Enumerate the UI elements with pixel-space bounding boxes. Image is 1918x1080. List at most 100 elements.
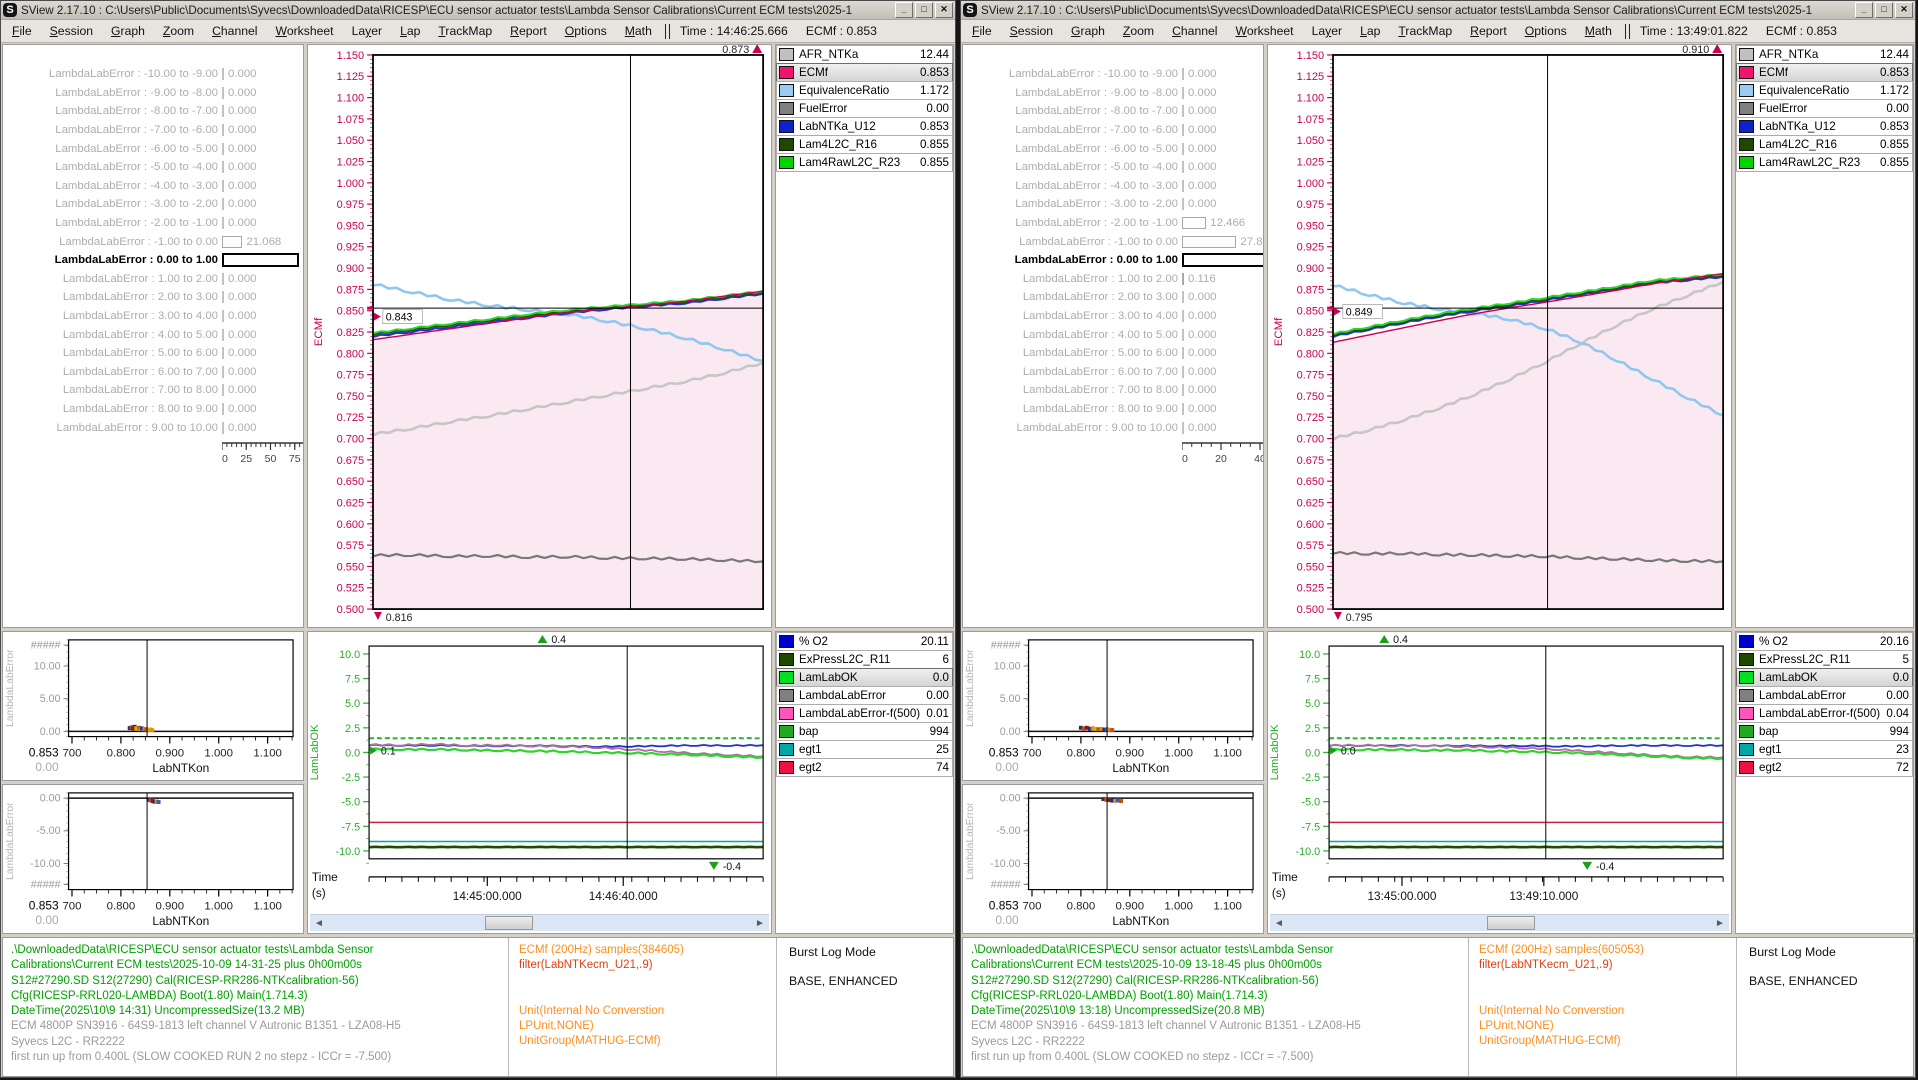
histogram-row[interactable]: LambdaLabError : -2.00 to -1.0012.466 xyxy=(963,214,1263,233)
menu-item-layer[interactable]: Layer xyxy=(343,22,392,40)
histogram-row[interactable]: LambdaLabError : 5.00 to 6.000.000 xyxy=(963,344,1263,363)
legend-row-lambdalaberror-f-500-[interactable]: LambdaLabError-f(500)0.01 xyxy=(776,704,953,723)
histogram-row[interactable]: LambdaLabError : -4.00 to -3.000.000 xyxy=(3,177,303,196)
minimize-button[interactable]: _ xyxy=(1855,2,1873,18)
legend-row-labntka-u12[interactable]: LabNTKa_U120.853 xyxy=(776,117,953,136)
legend-row-egt2[interactable]: egt274 xyxy=(776,758,953,777)
close-button[interactable]: ✕ xyxy=(935,2,953,18)
histogram-row[interactable]: LambdaLabError : -10.00 to -9.000.000 xyxy=(3,65,303,84)
scrollbar-right-arrow[interactable]: ► xyxy=(1711,918,1729,929)
legend-row--o2[interactable]: % O220.11 xyxy=(776,632,953,651)
legend-row-lam4rawl2c-r23[interactable]: Lam4RawL2C_R230.855 xyxy=(1736,153,1913,172)
time-chart[interactable]: 10.07.55.02.50.0-2.5-5.0-7.5-10.0LamLabO… xyxy=(308,632,771,914)
histogram-row[interactable]: LambdaLabError : -6.00 to -5.000.000 xyxy=(963,139,1263,158)
menu-item-layer[interactable]: Layer xyxy=(1303,22,1352,40)
histogram-row[interactable]: LambdaLabError : 9.00 to 10.000.000 xyxy=(963,418,1263,437)
histogram-row[interactable]: LambdaLabError : 7.00 to 8.000.000 xyxy=(963,381,1263,400)
scrollbar-track[interactable] xyxy=(328,915,751,931)
legend-row-egt1[interactable]: egt123 xyxy=(1736,740,1913,759)
scrollbar-track[interactable] xyxy=(1288,915,1711,931)
scatter-top-chart[interactable]: #####10.005.000.00LambdaLabError7000.800… xyxy=(3,632,303,780)
histogram-row[interactable]: LambdaLabError : 4.00 to 5.000.000 xyxy=(963,325,1263,344)
histogram-row[interactable]: LambdaLabError : -10.00 to -9.000.000 xyxy=(963,65,1263,84)
scrollbar-right-arrow[interactable]: ► xyxy=(751,918,769,929)
menu-item-trackmap[interactable]: TrackMap xyxy=(429,22,501,40)
menu-item-math[interactable]: Math xyxy=(1576,22,1621,40)
menu-item-lap[interactable]: Lap xyxy=(391,22,429,40)
scrollbar-left-arrow[interactable]: ◄ xyxy=(310,918,328,929)
legend-row-equivalenceratio[interactable]: EquivalenceRatio1.172 xyxy=(776,81,953,100)
legend-row-labntka-u12[interactable]: LabNTKa_U120.853 xyxy=(1736,117,1913,136)
histogram-row[interactable]: LambdaLabError : -1.00 to 0.0027.894 xyxy=(963,232,1263,251)
scrollbar-thumb[interactable] xyxy=(1487,916,1536,930)
maximize-button[interactable]: □ xyxy=(915,2,933,18)
histogram-row[interactable]: LambdaLabError : -5.00 to -4.000.000 xyxy=(963,158,1263,177)
menu-item-trackmap[interactable]: TrackMap xyxy=(1389,22,1461,40)
histogram-row[interactable]: LambdaLabError : 7.00 to 8.000.000 xyxy=(3,381,303,400)
legend-row-ecmf[interactable]: ECMf0.853 xyxy=(776,63,953,82)
legend-row-bap[interactable]: bap994 xyxy=(776,722,953,741)
time-scrollbar[interactable]: ◄ ► xyxy=(310,914,769,931)
histogram-row[interactable]: LambdaLabError : 8.00 to 9.000.000 xyxy=(963,400,1263,419)
legend-row-fuelerror[interactable]: FuelError0.00 xyxy=(776,99,953,118)
menu-item-file[interactable]: File xyxy=(3,22,41,40)
minimize-button[interactable]: _ xyxy=(895,2,913,18)
menu-item-graph[interactable]: Graph xyxy=(1062,22,1114,40)
histogram-row[interactable]: LambdaLabError : -7.00 to -6.000.000 xyxy=(3,121,303,140)
histogram-row[interactable]: LambdaLabError : 5.00 to 6.000.000 xyxy=(3,344,303,363)
histogram-row[interactable]: LambdaLabError : -9.00 to -8.000.000 xyxy=(3,84,303,103)
legend-row-fuelerror[interactable]: FuelError0.00 xyxy=(1736,99,1913,118)
scatter-bottom-chart[interactable]: 0.00-5.00-10.00#####LambdaLabError7000.8… xyxy=(963,785,1263,933)
menu-item-worksheet[interactable]: Worksheet xyxy=(1227,22,1303,40)
histogram-row[interactable]: LambdaLabError : -9.00 to -8.000.000 xyxy=(963,84,1263,103)
menu-item-lap[interactable]: Lap xyxy=(1351,22,1389,40)
histogram-row[interactable]: LambdaLabError : -6.00 to -5.000.000 xyxy=(3,139,303,158)
menu-item-session[interactable]: Session xyxy=(41,22,102,40)
histogram-row[interactable]: LambdaLabError : 3.00 to 4.000.000 xyxy=(963,307,1263,326)
menu-item-zoom[interactable]: Zoom xyxy=(1114,22,1163,40)
histogram-row[interactable]: LambdaLabError : 4.00 to 5.000.000 xyxy=(3,325,303,344)
time-chart[interactable]: 10.07.55.02.50.0-2.5-5.0-7.5-10.0LamLabO… xyxy=(1268,632,1731,914)
menu-item-zoom[interactable]: Zoom xyxy=(154,22,203,40)
menu-item-report[interactable]: Report xyxy=(1461,22,1516,40)
histogram-row[interactable]: LambdaLabError : -5.00 to -4.000.000 xyxy=(3,158,303,177)
histogram-row[interactable]: LambdaLabError : -1.00 to 0.0021.068 xyxy=(3,232,303,251)
menu-item-session[interactable]: Session xyxy=(1001,22,1062,40)
legend-row-lam4l2c-r16[interactable]: Lam4L2C_R160.855 xyxy=(1736,135,1913,154)
time-scrollbar[interactable]: ◄ ► xyxy=(1270,914,1729,931)
scatter-top-chart[interactable]: #####10.005.000.00LambdaLabError7000.800… xyxy=(963,632,1263,780)
histogram-row[interactable]: LambdaLabError : 3.00 to 4.000.000 xyxy=(3,307,303,326)
menu-item-options[interactable]: Options xyxy=(1516,22,1576,40)
scrollbar-left-arrow[interactable]: ◄ xyxy=(1270,918,1288,929)
close-button[interactable]: ✕ xyxy=(1895,2,1913,18)
menu-item-channel[interactable]: Channel xyxy=(203,22,266,40)
menu-item-file[interactable]: File xyxy=(963,22,1001,40)
histogram-row[interactable]: LambdaLabError : 8.00 to 9.000.000 xyxy=(3,400,303,419)
scrollbar-thumb[interactable] xyxy=(485,916,534,930)
legend-row-lambdalaberror[interactable]: LambdaLabError0.00 xyxy=(776,686,953,705)
scatter-bottom-chart[interactable]: 0.00-5.00-10.00#####LambdaLabError7000.8… xyxy=(3,785,303,933)
histogram-row[interactable]: LambdaLabError : 0.00 to 1.0059.524 xyxy=(963,251,1263,270)
legend-row-egt2[interactable]: egt272 xyxy=(1736,758,1913,777)
maximize-button[interactable]: □ xyxy=(1875,2,1893,18)
main-chart[interactable]: 1.1501.1251.1001.0751.0501.0251.0000.975… xyxy=(308,45,771,627)
legend-row-lam4rawl2c-r23[interactable]: Lam4RawL2C_R230.855 xyxy=(776,153,953,172)
legend-row-afr-ntka[interactable]: AFR_NTKa12.44 xyxy=(776,45,953,64)
titlebar[interactable]: S SView 2.17.10 : C:\Users\Public\Docume… xyxy=(961,1,1915,20)
legend-row-expressl2c-r11[interactable]: ExPressL2C_R115 xyxy=(1736,650,1913,669)
legend-row-lambdalaberror[interactable]: LambdaLabError0.00 xyxy=(1736,686,1913,705)
histogram-row[interactable]: LambdaLabError : -3.00 to -2.000.000 xyxy=(963,195,1263,214)
menu-item-options[interactable]: Options xyxy=(556,22,616,40)
histogram-row[interactable]: LambdaLabError : 1.00 to 2.000.116 xyxy=(963,270,1263,289)
histogram-row[interactable]: LambdaLabError : 6.00 to 7.000.000 xyxy=(3,363,303,382)
main-chart[interactable]: 1.1501.1251.1001.0751.0501.0251.0000.975… xyxy=(1268,45,1731,627)
histogram-row[interactable]: LambdaLabError : 0.00 to 1.0078.932 xyxy=(3,251,303,270)
histogram-row[interactable]: LambdaLabError : 6.00 to 7.000.000 xyxy=(963,363,1263,382)
legend-row-lamlabok[interactable]: LamLabOK0.0 xyxy=(776,668,953,687)
histogram-row[interactable]: LambdaLabError : 9.00 to 10.000.000 xyxy=(3,418,303,437)
histogram-row[interactable]: LambdaLabError : -3.00 to -2.000.000 xyxy=(3,195,303,214)
legend-row-lam4l2c-r16[interactable]: Lam4L2C_R160.855 xyxy=(776,135,953,154)
histogram-row[interactable]: LambdaLabError : -2.00 to -1.000.000 xyxy=(3,214,303,233)
titlebar[interactable]: S SView 2.17.10 : C:\Users\Public\Docume… xyxy=(1,1,955,20)
histogram-row[interactable]: LambdaLabError : 2.00 to 3.000.000 xyxy=(3,288,303,307)
